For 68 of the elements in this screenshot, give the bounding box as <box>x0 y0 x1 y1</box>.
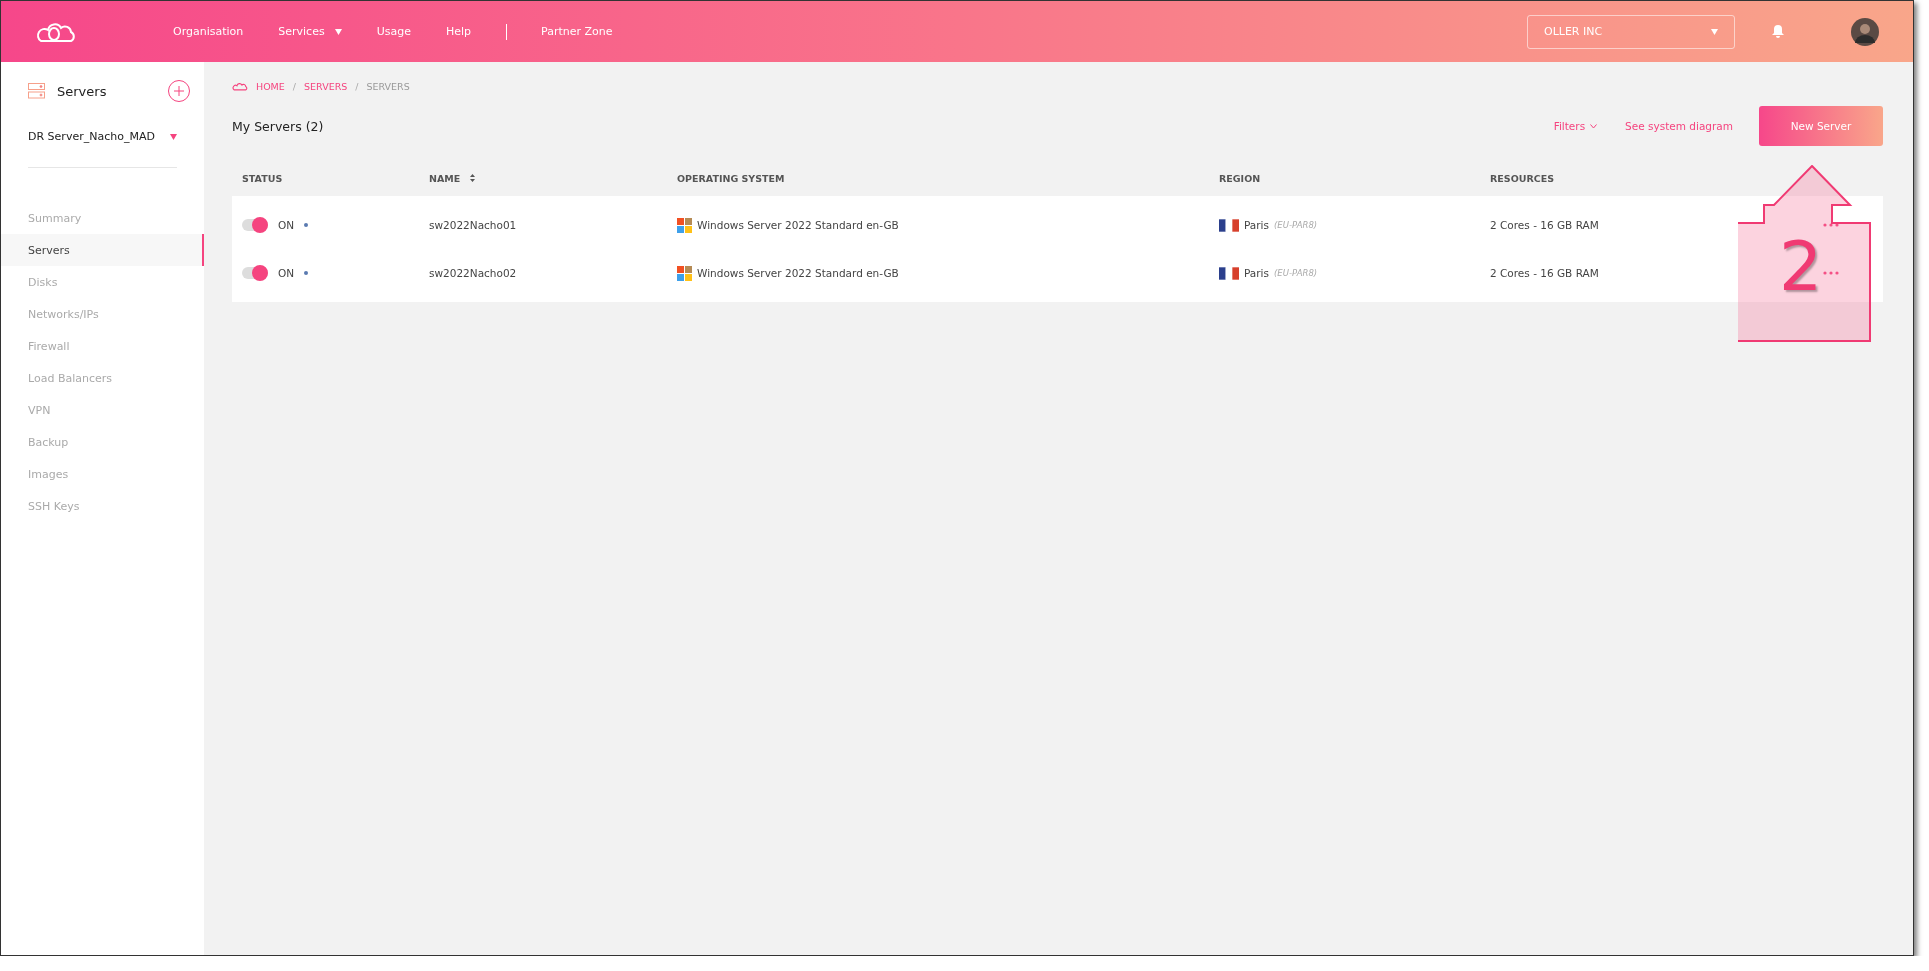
table-cell-text: sw2022Nacho02 <box>429 267 518 279</box>
breadcrumb-link[interactable]: HOME <box>256 81 285 92</box>
table-cell: Windows Server 2022 Standard en-GB <box>697 219 899 231</box>
caret-icon <box>1711 28 1718 35</box>
flag-icon <box>1219 218 1239 232</box>
sort-icon <box>470 174 476 182</box>
more-icon[interactable] <box>1823 271 1839 275</box>
plus-icon <box>174 86 184 96</box>
column-header[interactable]: NAME <box>429 172 677 184</box>
nav-link[interactable]: Partner Zone <box>541 25 613 38</box>
table-cell-text: sw2022Nacho01 <box>429 219 518 231</box>
project-name: DR Server_Nacho_MAD <box>28 130 155 143</box>
sidebar-item[interactable]: SSH Keys <box>1 490 204 522</box>
filters-link[interactable]: Filters <box>1553 120 1598 132</box>
region-city: Paris <box>1244 267 1269 279</box>
sidebar-item[interactable]: Summary <box>1 202 204 234</box>
nav-link[interactable]: Services <box>278 25 325 38</box>
status-label: ON <box>278 219 295 231</box>
sidebar-title: Servers <box>57 83 107 99</box>
column-header: RESOURCES <box>1490 172 1556 184</box>
avatar[interactable] <box>1851 17 1879 46</box>
chevron-icon <box>1590 123 1598 129</box>
sidebar-item[interactable]: Disks <box>1 266 204 298</box>
sidebar-item[interactable]: Images <box>1 458 204 490</box>
caret-icon[interactable] <box>334 28 342 35</box>
page-title: My Servers (2) <box>232 118 324 134</box>
region-code: (EU-PAR8) <box>1274 220 1318 230</box>
table-cell-text: 2 Cores - 16 GB RAM <box>1490 219 1600 231</box>
breadcrumb-current[interactable]: SERVERS <box>366 81 410 92</box>
table-cell: Windows Server 2022 Standard en-GB <box>697 267 899 279</box>
sidebar-item[interactable]: VPN <box>1 394 204 426</box>
breadcrumb-link[interactable]: SERVERS <box>304 81 348 92</box>
step-number: 2 <box>1779 233 1823 301</box>
power-toggle[interactable] <box>242 267 268 279</box>
sidebar-item[interactable]: Backup <box>1 426 204 458</box>
nav-link[interactable]: Organisation <box>173 25 244 38</box>
flag-icon <box>1219 266 1239 280</box>
nav-link[interactable]: Usage <box>376 25 411 38</box>
power-toggle[interactable] <box>242 219 268 231</box>
region-city: Paris <box>1244 219 1269 231</box>
bell-icon[interactable] <box>1771 24 1785 39</box>
status-dot-icon <box>304 271 309 275</box>
sidebar-item[interactable]: Firewall <box>1 330 204 362</box>
column-header: STATUS <box>242 172 284 184</box>
cloud-logo-icon[interactable] <box>35 20 77 43</box>
breadcrumb-separator: / <box>292 81 297 92</box>
column-header: REGION <box>1219 172 1262 184</box>
add-button[interactable] <box>168 80 190 102</box>
new-server-button[interactable]: New Server <box>1759 106 1883 146</box>
cloud-icon[interactable] <box>232 82 248 91</box>
more-icon[interactable] <box>1823 223 1839 227</box>
breadcrumb-separator: / <box>355 81 359 92</box>
column-header: OPERATING SYSTEM <box>677 172 786 184</box>
status-dot-icon <box>304 223 309 227</box>
project-select[interactable]: DR Server_Nacho_MAD <box>28 130 177 168</box>
sidebar-item[interactable]: Servers <box>1 234 204 266</box>
caret-icon <box>170 133 177 140</box>
windows-icon <box>677 217 692 233</box>
region-code: (EU-PAR8) <box>1274 268 1318 278</box>
status-label: ON <box>278 267 295 279</box>
sidebar-item[interactable]: Load Balancers <box>1 362 204 394</box>
nav-link[interactable]: Help <box>445 25 472 38</box>
windows-icon <box>677 265 692 281</box>
table-cell-text: 2 Cores - 16 GB RAM <box>1490 267 1600 279</box>
server-icon <box>28 83 45 99</box>
system-diagram-link[interactable]: See system diagram <box>1625 120 1733 132</box>
organisation-select[interactable]: OLLER INC <box>1527 14 1735 49</box>
sidebar-item[interactable]: Networks/IPs <box>1 298 204 330</box>
